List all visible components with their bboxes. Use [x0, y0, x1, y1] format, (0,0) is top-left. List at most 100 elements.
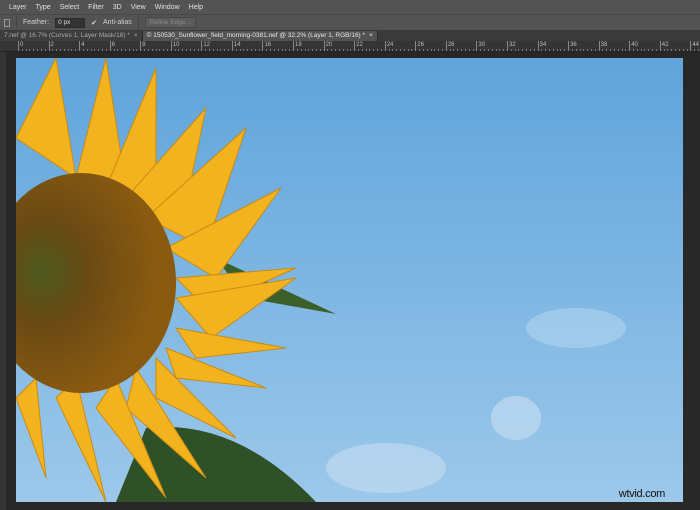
ruler-minor-tick	[189, 49, 191, 51]
ruler-minor-tick	[63, 49, 65, 51]
ruler-minor-tick	[147, 49, 149, 51]
feather-input[interactable]: 0 px	[55, 17, 86, 28]
ruler-minor-tick	[205, 49, 207, 51]
ruler-minor-tick	[495, 49, 497, 51]
ruler-minor-tick	[591, 49, 592, 51]
antialias-checkbox[interactable]: ✔	[91, 19, 97, 27]
ruler-minor-tick	[468, 49, 470, 51]
ruler-minor-tick	[606, 49, 608, 51]
ruler-minor-tick	[400, 49, 401, 51]
tab-label: 7.nef @ 16.7% (Curves 1, Layer Mask/16) …	[4, 32, 130, 39]
ruler-minor-tick	[327, 49, 329, 51]
ruler-minor-tick	[655, 49, 657, 51]
menu-type[interactable]: Type	[36, 4, 51, 11]
ruler-minor-tick	[102, 49, 104, 51]
ruler-minor-tick	[526, 49, 528, 51]
document-canvas[interactable]: wtvid.com	[16, 58, 683, 502]
tab-curves-document[interactable]: 7.nef @ 16.7% (Curves 1, Layer Mask/16) …	[0, 31, 143, 41]
ruler-minor-tick	[174, 49, 176, 51]
ruler-minor-tick	[166, 49, 168, 51]
ruler-minor-tick	[159, 49, 161, 51]
ruler-minor-tick	[503, 49, 505, 51]
ruler-minor-tick	[82, 49, 84, 51]
menu-3d[interactable]: 3D	[113, 4, 122, 11]
menu-select[interactable]: Select	[60, 4, 79, 11]
ruler-minor-tick	[552, 49, 554, 51]
ruler-minor-tick	[98, 49, 100, 51]
ruler-minor-tick	[151, 49, 153, 51]
ruler-minor-tick	[247, 49, 249, 51]
antialias-label[interactable]: Anti-alias	[103, 19, 132, 26]
selection-mode-icon[interactable]	[4, 18, 10, 27]
divider	[137, 16, 139, 29]
ruler-minor-tick	[224, 49, 226, 51]
ruler-minor-tick	[396, 49, 398, 51]
ruler-minor-tick	[338, 49, 340, 51]
ruler-minor-tick	[633, 49, 635, 51]
ruler-minor-tick	[510, 49, 512, 51]
ruler-minor-tick	[60, 49, 62, 51]
menu-bar: Layer Type Select Filter 3D View Window …	[0, 0, 700, 14]
ruler-minor-tick	[602, 49, 604, 51]
ruler-minor-tick	[105, 49, 107, 51]
ruler-minor-tick	[644, 49, 646, 51]
ruler-minor-tick	[675, 49, 677, 51]
tab-sunflower-document[interactable]: © 150530_Sunflower_field_morning-0381.ne…	[142, 31, 378, 41]
ruler-minor-tick	[613, 49, 615, 51]
ruler-minor-tick	[319, 49, 321, 51]
ruler-minor-tick	[541, 49, 543, 51]
ruler-minor-tick	[636, 49, 638, 51]
ruler-minor-tick	[484, 49, 486, 51]
ruler-minor-tick	[228, 49, 230, 51]
ruler-minor-tick	[33, 49, 35, 51]
ruler-minor-tick	[426, 49, 428, 51]
ruler-minor-tick	[667, 49, 669, 51]
menu-layer[interactable]: Layer	[9, 4, 27, 11]
ruler-minor-tick	[285, 49, 287, 51]
menu-help[interactable]: Help	[189, 4, 203, 11]
ruler-minor-tick	[682, 49, 684, 51]
horizontal-ruler[interactable]: 0 2 4 6 8 10 12 14 16 18 20 22 24 26 28 30 32 34 36 38 40 42 4…	[0, 41, 700, 52]
ruler-minor-tick	[128, 49, 130, 51]
ruler-minor-tick	[186, 49, 188, 51]
ruler-minor-tick	[694, 49, 696, 51]
ruler-minor-tick	[235, 49, 237, 51]
ruler-minor-tick	[144, 49, 146, 51]
ruler-minor-tick	[548, 49, 550, 51]
vertical-ruler[interactable]	[0, 52, 6, 510]
ruler-minor-tick	[178, 49, 180, 51]
ruler-minor-tick	[21, 49, 23, 51]
feather-label: Feather:	[23, 19, 50, 26]
sunflower-photo	[16, 58, 683, 502]
ruler-minor-tick	[124, 49, 126, 51]
ruler-minor-tick	[442, 49, 444, 51]
ruler-minor-tick	[487, 49, 489, 51]
ruler-minor-tick	[193, 49, 195, 51]
ruler-minor-tick	[266, 49, 268, 51]
ruler-minor-tick	[587, 49, 589, 51]
ruler-minor-tick	[117, 49, 119, 51]
refine-edge-button[interactable]: Refine Edge...	[144, 17, 196, 28]
ruler-minor-tick	[678, 49, 680, 51]
menu-window[interactable]: Window	[155, 4, 180, 11]
ruler-minor-tick	[663, 49, 665, 51]
ruler-minor-tick	[357, 49, 359, 51]
ruler-minor-tick	[300, 49, 302, 51]
ruler-minor-tick	[136, 49, 138, 51]
options-bar: Feather: 0 px ✔ Anti-alias Refine Edge..…	[0, 14, 700, 31]
ruler-minor-tick	[579, 49, 581, 51]
menu-view[interactable]: View	[131, 4, 146, 11]
ruler-minor-tick	[163, 49, 165, 51]
document-tabs: 7.nef @ 16.7% (Curves 1, Layer Mask/16) …	[0, 31, 700, 41]
ruler-minor-tick	[216, 49, 218, 51]
ruler-minor-tick	[407, 49, 409, 51]
ruler-minor-tick	[617, 49, 619, 51]
close-icon[interactable]: ×	[134, 32, 138, 39]
ruler-minor-tick	[438, 49, 440, 51]
close-icon[interactable]: ×	[369, 32, 373, 39]
ruler-minor-tick	[258, 49, 260, 51]
ruler-minor-tick	[419, 49, 421, 51]
ruler-minor-tick	[296, 49, 298, 51]
menu-filter[interactable]: Filter	[88, 4, 104, 11]
ruler-minor-tick	[86, 49, 88, 51]
